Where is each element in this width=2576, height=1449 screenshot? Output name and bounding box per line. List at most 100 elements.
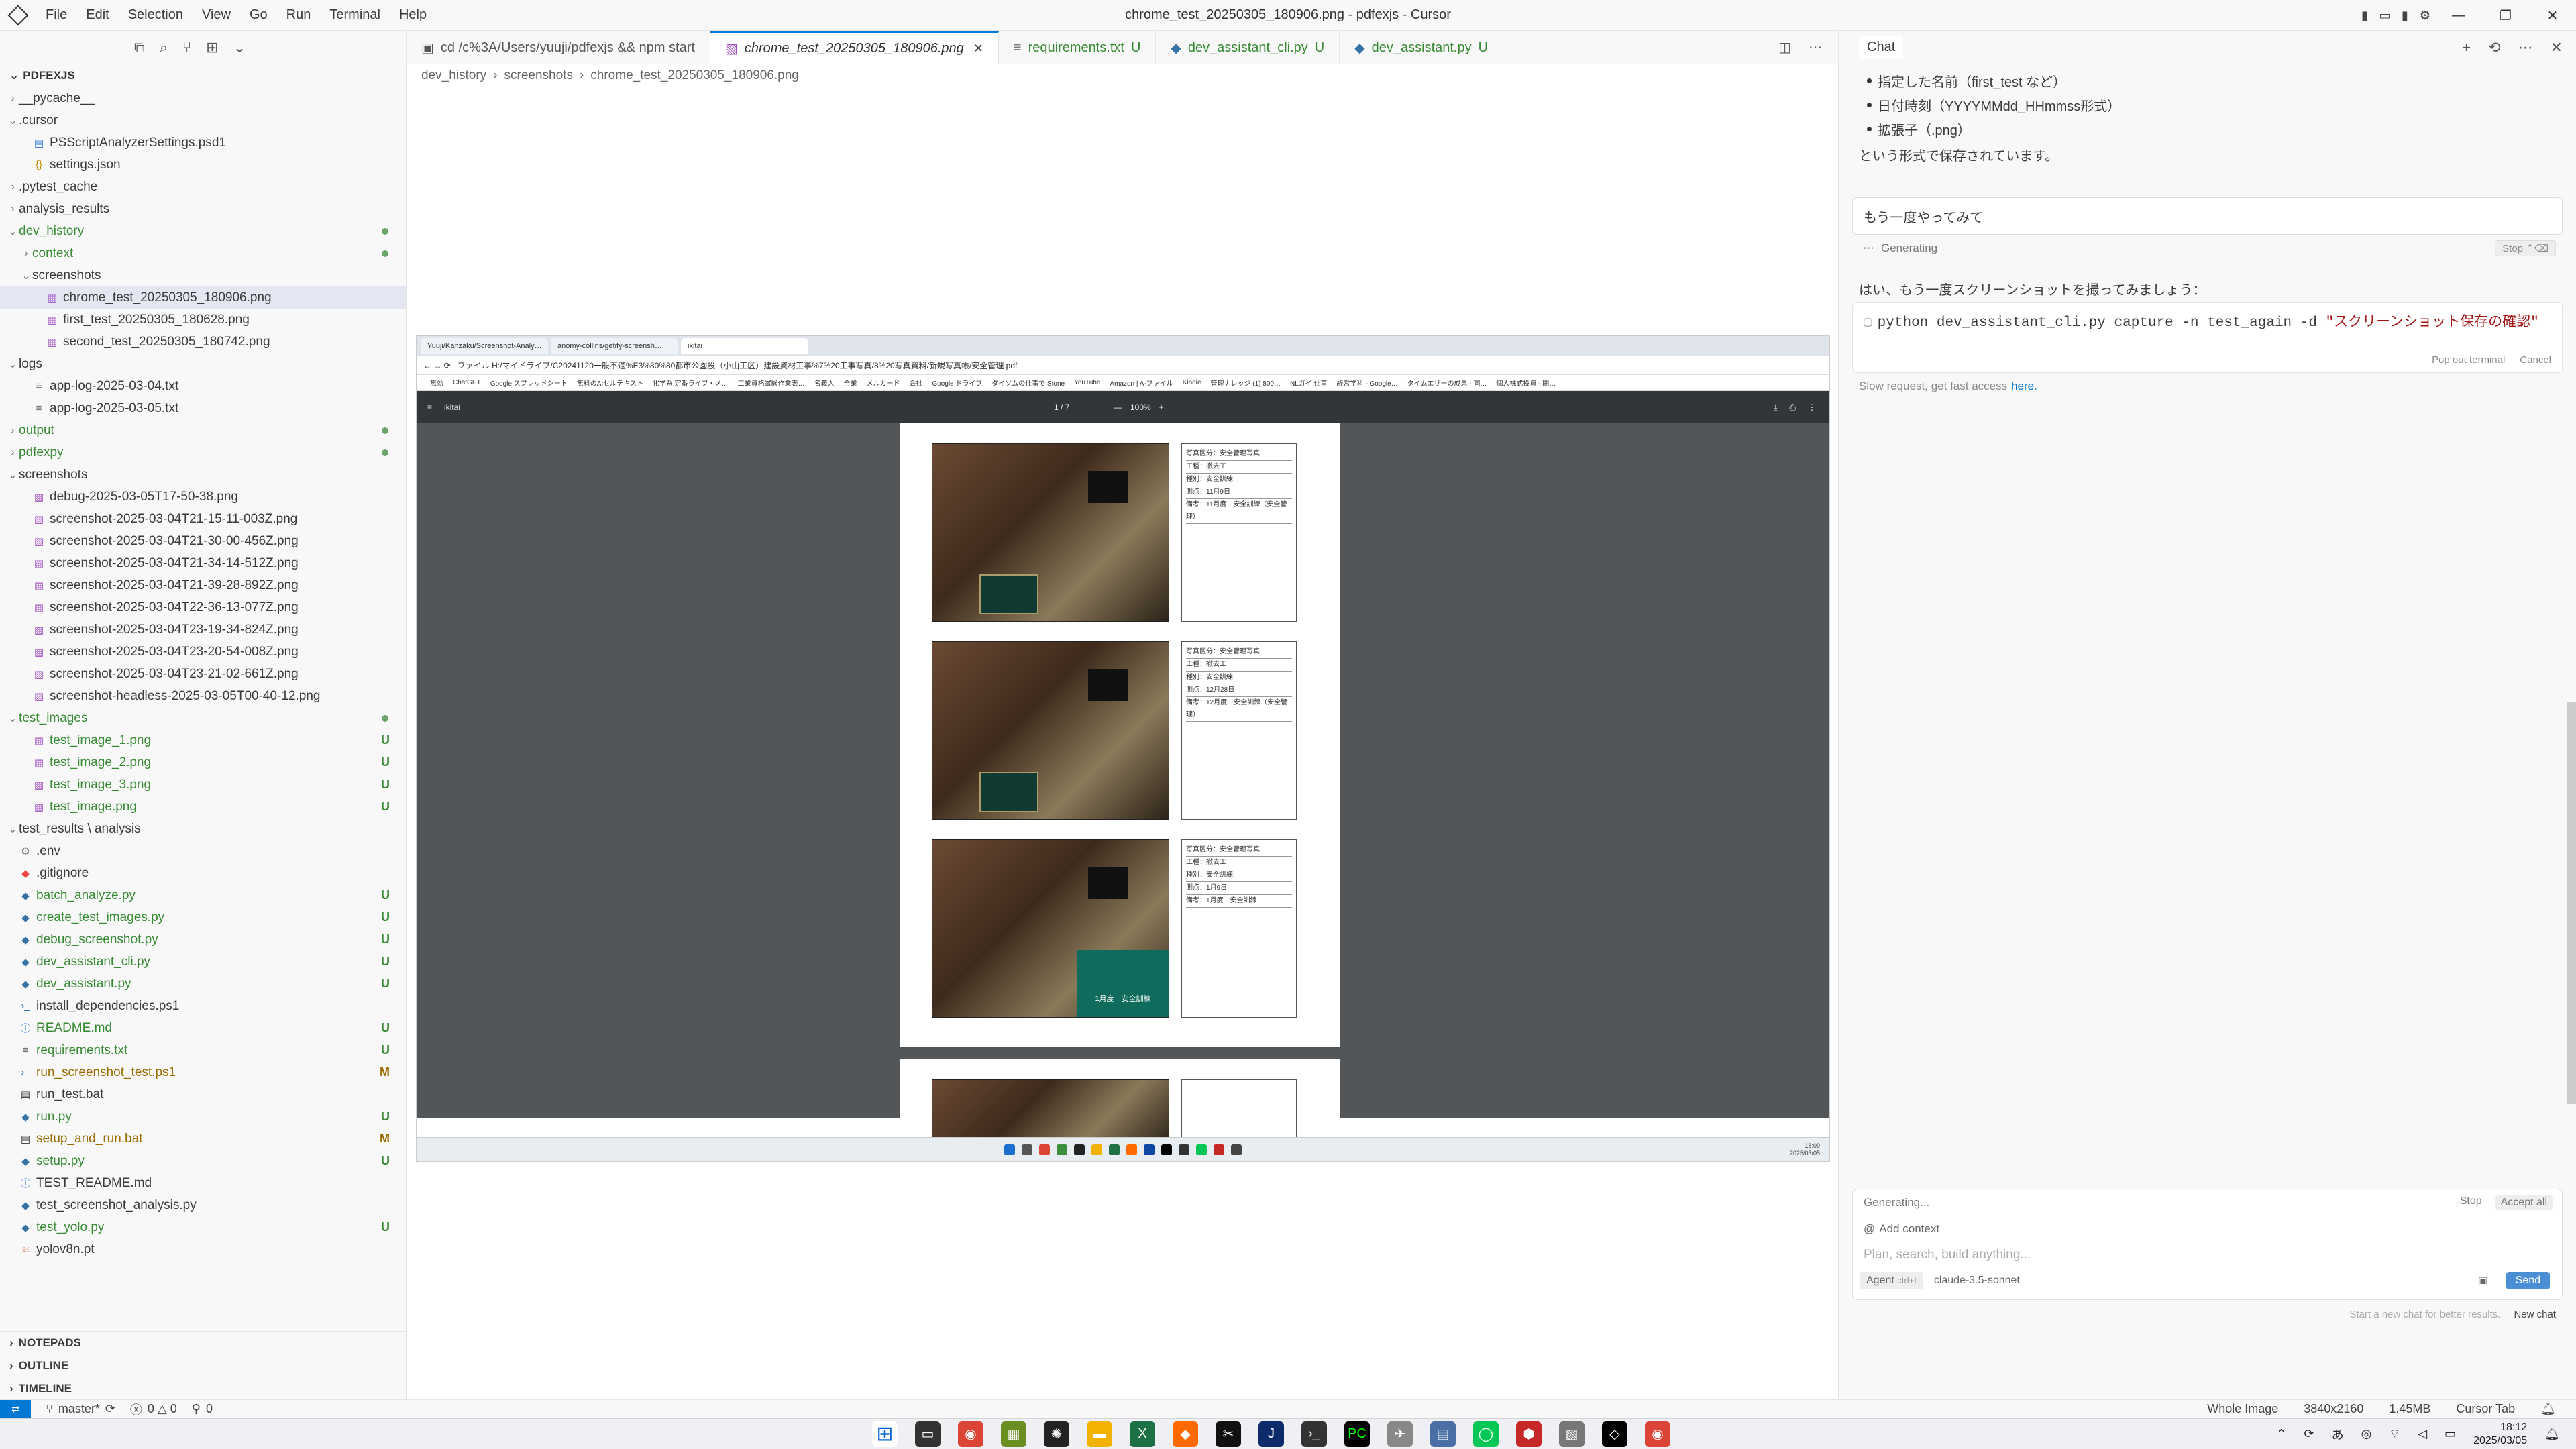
start-icon[interactable]: ⊞ [872,1421,898,1447]
tree-file[interactable]: ◆ test_screenshot_analysis.py [0,1194,406,1216]
more-actions-icon[interactable]: ⋯ [1809,39,1822,56]
editor-tab[interactable]: ▣ cd /c%3A/Users/yuuji/pdfexjs && npm sta… [407,31,710,64]
tree-file[interactable]: ◆ test_yolo.py U [0,1216,406,1238]
cursor-app-icon[interactable]: ◇ [1602,1421,1627,1447]
chat-scrollbar[interactable] [2567,702,2576,1104]
fast-access-link[interactable]: here. [2011,380,2037,393]
notification-icon[interactable]: 🔔︎ [2544,1427,2560,1441]
settings-gear-icon[interactable]: ⚙ [2415,5,2435,25]
tree-file[interactable]: ▧ screenshot-2025-03-04T23-19-34-824Z.png [0,619,406,641]
tree-folder[interactable]: ⌄ screenshots [0,264,406,286]
cancel-button[interactable]: Cancel [2520,354,2551,366]
bell-icon[interactable]: 🔔︎ [2540,1402,2556,1416]
excel-icon[interactable]: X [1130,1421,1155,1447]
tray-app-icon[interactable]: ⟳ [2304,1427,2314,1441]
tree-file[interactable]: ◆ .gitignore [0,862,406,884]
add-context-button[interactable]: @ Add context [1853,1216,2562,1242]
stop-button[interactable]: Stop ⌃⌫ [2495,240,2556,256]
tree-file[interactable]: ▤ PSScriptAnalyzerSettings.psd1 [0,131,406,154]
pop-out-terminal-button[interactable]: Pop out terminal [2432,354,2505,366]
tree-file[interactable]: ▧ second_test_20250305_180742.png [0,331,406,353]
tree-file[interactable]: ◆ batch_analyze.py U [0,884,406,906]
image-zoom-mode[interactable]: Whole Image [2207,1402,2278,1416]
menu-item-run[interactable]: Run [286,7,311,23]
tree-file[interactable]: ▧ test_image_3.png U [0,773,406,796]
user-message[interactable]: もう一度やってみて [1852,197,2563,235]
panel-notepads[interactable]: › NOTEPADS [0,1331,406,1354]
editor-tab[interactable]: ≡ requirements.txt U [999,31,1157,64]
git-branch[interactable]: ⑂ master* ⟳ [46,1402,115,1416]
tree-file[interactable]: ▧ debug-2025-03-05T17-50-38.png [0,486,406,508]
chevron-up-icon[interactable]: ⌃ [2276,1427,2286,1441]
photos-icon[interactable]: ▧ [1559,1421,1585,1447]
tree-folder[interactable]: › __pycache__ [0,87,406,109]
panel-outline[interactable]: › OUTLINE [0,1354,406,1377]
close-window-button[interactable]: ✕ [2529,0,2576,31]
breadcrumb-item[interactable]: chrome_test_20250305_180906.png [590,68,799,83]
tree-folder[interactable]: › pdfexpy [0,441,406,464]
send-button[interactable]: Send [2506,1272,2550,1289]
calculator-icon[interactable]: ▤ [1430,1421,1456,1447]
menu-item-help[interactable]: Help [399,7,427,23]
tree-folder[interactable]: ⌄ dev_history [0,220,406,242]
tree-file[interactable]: ≡ app-log-2025-03-05.txt [0,397,406,419]
chevron-down-icon[interactable]: ⌄ [233,39,246,56]
history-icon[interactable]: ⟲ [2488,39,2500,56]
volume-icon[interactable]: ◁ [2418,1427,2427,1441]
task-view-icon[interactable]: ▭ [915,1421,941,1447]
more-icon[interactable]: ⋯ [2518,39,2533,56]
ime-mode-icon[interactable]: ◎ [2361,1427,2372,1441]
problems-indicator[interactable]: ⓧ 0 △ 0 [130,1401,177,1418]
tree-file[interactable]: ▧ first_test_20250305_180628.png [0,309,406,331]
chrome-alt-icon[interactable]: ◉ [1645,1421,1670,1447]
tree-file[interactable]: ▧ screenshot-2025-03-04T21-39-28-892Z.png [0,574,406,596]
toggle-primary-sidebar-icon[interactable]: ▮ [2355,5,2375,25]
tree-file[interactable]: ▧ test_image_2.png U [0,751,406,773]
tree-file[interactable]: ◆ run.py U [0,1106,406,1128]
tree-file[interactable]: {} settings.json [0,154,406,176]
remote-icon[interactable]: ⇄ [0,1399,31,1419]
tree-file[interactable]: ▤ run_test.bat [0,1083,406,1106]
close-icon[interactable]: ✕ [2551,39,2563,56]
chatgpt-icon[interactable]: ✺ [1044,1421,1069,1447]
tree-file[interactable]: ▧ screenshot-2025-03-04T23-21-02-661Z.png [0,663,406,685]
tree-folder[interactable]: › output [0,419,406,441]
app-icon-gray[interactable]: ✈ [1387,1421,1413,1447]
jww-icon[interactable]: J [1258,1421,1284,1447]
system-clock[interactable]: 18:12 2025/03/05 [2473,1421,2527,1448]
tree-file[interactable]: ◆ debug_screenshot.py U [0,928,406,951]
toggle-panel-icon[interactable]: ▭ [2375,5,2395,25]
chrome-icon[interactable]: ◉ [958,1421,983,1447]
tree-file[interactable]: ▧ screenshot-2025-03-04T21-34-14-512Z.png [0,552,406,574]
tree-file[interactable]: ▧ screenshot-headless-2025-03-05T00-40-12… [0,685,406,707]
file-explorer-icon[interactable]: ▬ [1087,1421,1112,1447]
panel-timeline[interactable]: › TIMELINE [0,1377,406,1399]
menu-item-selection[interactable]: Selection [128,7,183,23]
tree-file[interactable]: ◆ dev_assistant_cli.py U [0,951,406,973]
tree-file[interactable]: ▧ test_image.png U [0,796,406,818]
pycharm-icon[interactable]: PC [1344,1421,1370,1447]
workspace-header[interactable]: ⌄ PDFEXJS [0,64,406,87]
restore-button[interactable]: ❐ [2482,0,2529,31]
editor-tab[interactable]: ▧ chrome_test_20250305_180906.png ✕ [710,31,999,64]
breadcrumb-item[interactable]: dev_history [421,68,486,83]
toggle-secondary-sidebar-icon[interactable]: ▮ [2395,5,2415,25]
menu-item-edit[interactable]: Edit [86,7,109,23]
tree-folder[interactable]: › analysis_results [0,198,406,220]
breadcrumb-item[interactable]: screenshots [504,68,573,83]
agent-mode-select[interactable]: Agent ctrl+I [1860,1272,1923,1289]
tree-file[interactable]: ▧ screenshot-2025-03-04T21-30-00-456Z.png [0,530,406,552]
menu-item-go[interactable]: Go [250,7,268,23]
tree-file[interactable]: ◆ create_test_images.py U [0,906,406,928]
tree-file[interactable]: ≡ app-log-2025-03-04.txt [0,375,406,397]
tree-file[interactable]: ▧ screenshot-2025-03-04T21-15-11-003Z.png [0,508,406,530]
close-tab-icon[interactable]: ✕ [973,42,983,56]
composer-stop-button[interactable]: Stop [2460,1195,2482,1210]
tree-file[interactable]: ▧ chrome_test_20250305_180906.png [0,286,406,309]
tree-file[interactable]: ›_ run_screenshot_test.ps1 M [0,1061,406,1083]
image-preview[interactable]: Yuuji/Kanzaku/Screenshot-Analy… anomy-col… [416,335,1830,1162]
terminal-icon[interactable]: ›_ [1301,1421,1327,1447]
extensions-icon[interactable]: ⊞ [206,39,218,56]
editor-tab[interactable]: ◆ dev_assistant.py U [1340,31,1504,64]
tree-file[interactable]: ▧ screenshot-2025-03-04T23-20-54-008Z.png [0,641,406,663]
